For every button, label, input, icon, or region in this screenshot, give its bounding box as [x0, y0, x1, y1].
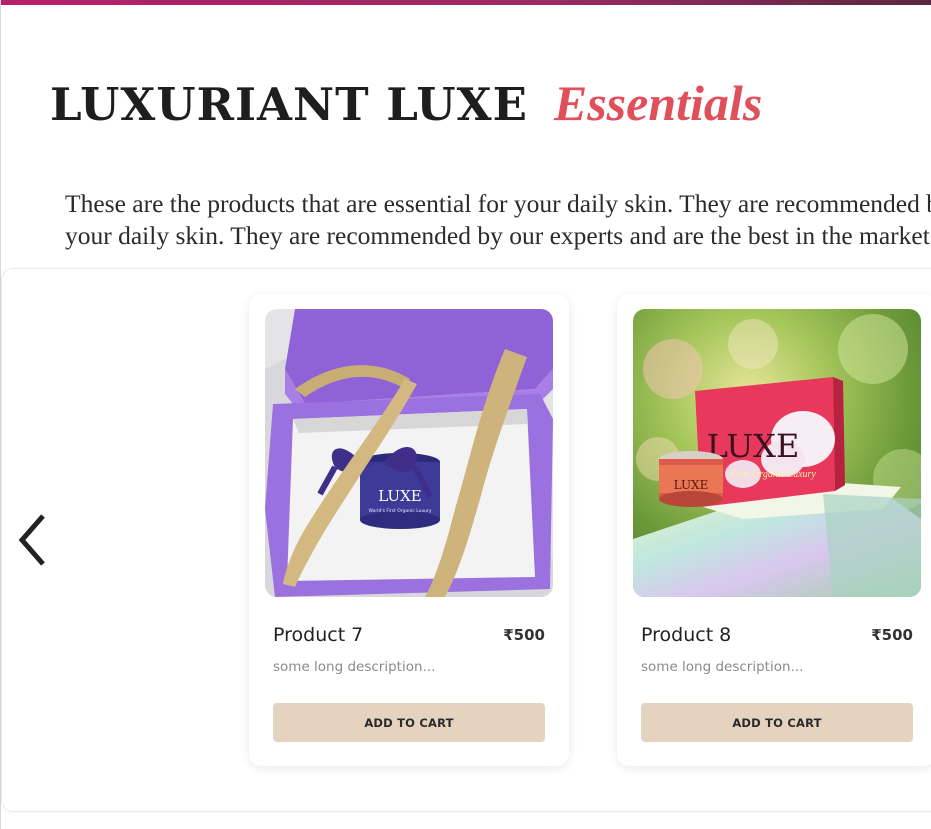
product-price: ₹500 — [871, 626, 913, 644]
product-description: some long description... — [273, 659, 436, 675]
heading-accent-text: Essentials — [553, 75, 763, 131]
heading-main-text: LUXURIANT LUXE — [50, 78, 528, 131]
jar-logo-text: LUXE — [378, 487, 421, 505]
intro-line-1: These are the products that are essentia… — [65, 189, 931, 218]
intro-line-2: your daily skin. They are recommended by… — [65, 221, 931, 250]
top-accent-bar — [0, 0, 931, 5]
product-description: some long description... — [641, 659, 804, 675]
product-price: ₹500 — [503, 626, 545, 644]
carousel-prev-button[interactable] — [10, 510, 58, 570]
product-name[interactable]: Product 8 — [641, 624, 731, 646]
add-to-cart-button[interactable]: ADD TO CART — [273, 703, 545, 742]
box-tagline-text: First Organic Luxury — [729, 469, 816, 480]
intro-paragraph: These are the products that are essentia… — [65, 188, 931, 254]
product-card[interactable]: LUXE First Organic Luxury LUXE Product 8… — [617, 294, 931, 766]
product-name[interactable]: Product 7 — [273, 624, 363, 646]
chevron-left-icon — [18, 514, 45, 566]
product-image[interactable]: LUXE First Organic Luxury LUXE — [633, 309, 921, 597]
jar-logo-text: LUXE — [674, 478, 709, 492]
add-to-cart-button[interactable]: ADD TO CART — [641, 703, 913, 742]
section-heading: LUXURIANT LUXE Essentials — [50, 74, 763, 131]
jar-tagline-text: World's First Organic Luxury — [368, 508, 431, 514]
product-card[interactable]: LUXE World's First Organic Luxury Produc… — [249, 294, 569, 766]
product-image[interactable]: LUXE World's First Organic Luxury — [265, 309, 553, 597]
